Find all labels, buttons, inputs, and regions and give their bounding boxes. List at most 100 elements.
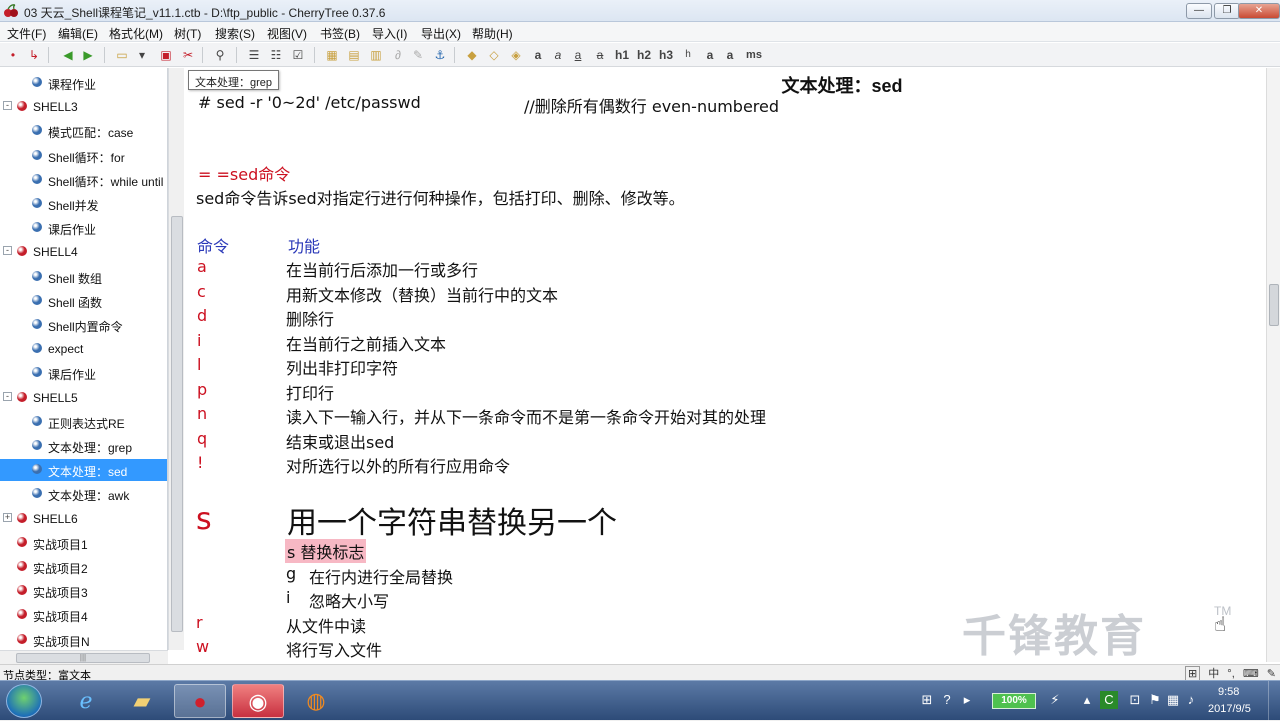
tray-help-icon[interactable]: ? xyxy=(938,691,956,709)
small-icon[interactable]: h xyxy=(680,47,696,63)
tree-vertical-scrollbar[interactable] xyxy=(168,68,184,650)
collapse-icon[interactable]: - xyxy=(3,246,12,256)
remove-format-icon[interactable]: ◈ xyxy=(508,47,524,63)
close-button[interactable]: ✕ xyxy=(1238,3,1280,19)
ime-chinese[interactable]: 中 xyxy=(1208,665,1219,681)
bold-icon[interactable]: a xyxy=(530,47,546,63)
insert-image-icon[interactable]: ▦ xyxy=(324,47,340,63)
tray-volume-icon[interactable]: ♪ xyxy=(1182,691,1200,709)
go-back-icon[interactable]: ◀ xyxy=(60,47,76,63)
tray-app-icon[interactable]: C xyxy=(1100,691,1118,709)
tree-node[interactable]: Shell循环：for xyxy=(0,145,167,167)
firefox-icon[interactable]: ◍ xyxy=(290,684,342,718)
insert-codebox-icon[interactable]: ▥ xyxy=(368,47,384,63)
tree-node[interactable]: 实战项目3 xyxy=(0,580,167,602)
cherrytree-taskbar-icon[interactable]: ● xyxy=(174,684,226,718)
node-tree[interactable]: 课程作业 - SHELL3 模式匹配：case Shell循环：for Shell循环：w… xyxy=(0,68,168,650)
italic-icon[interactable]: a xyxy=(550,47,566,63)
h2-icon[interactable]: h2 xyxy=(636,47,652,63)
tray-arrow-icon[interactable]: ▸ xyxy=(958,691,976,709)
editor-vertical-scrollbar[interactable] xyxy=(1266,68,1280,662)
tree-horizontal-scrollbar[interactable]: ||| xyxy=(0,650,168,664)
clock-date[interactable]: 2017/9/5 xyxy=(1208,703,1251,715)
todo-list-icon[interactable]: ☑ xyxy=(290,47,306,63)
superscript-icon[interactable]: a xyxy=(702,47,718,63)
tree-node[interactable]: 实战项目1 xyxy=(0,532,167,554)
bulleted-list-icon[interactable]: ☰ xyxy=(246,47,262,63)
add-node-icon[interactable]: • xyxy=(5,47,21,63)
monospace-icon[interactable]: ms xyxy=(744,47,764,63)
dropdown-icon[interactable]: ▾ xyxy=(134,47,150,63)
battery-indicator[interactable]: 100% xyxy=(992,693,1036,709)
tree-node[interactable]: 文本处理：awk xyxy=(0,483,167,505)
open-file-icon[interactable]: ▭ xyxy=(114,47,130,63)
menu-bookmarks[interactable]: 书签(B) xyxy=(320,25,360,42)
numbered-list-icon[interactable]: ☷ xyxy=(268,47,284,63)
minimize-button[interactable]: — xyxy=(1186,3,1212,19)
subscript-icon[interactable]: a xyxy=(722,47,738,63)
anchor-icon[interactable]: ⚓ xyxy=(432,47,448,63)
tree-node[interactable]: - SHELL5 xyxy=(0,387,167,409)
tree-node[interactable]: Shell内置命令 xyxy=(0,314,167,336)
tray-network-adapter-icon[interactable]: ⊡ xyxy=(1126,691,1144,709)
menu-search[interactable]: 搜索(S) xyxy=(215,25,255,42)
show-desktop-button[interactable] xyxy=(1268,681,1280,721)
tree-node[interactable]: 实战项目4 xyxy=(0,604,167,626)
tree-node[interactable]: Shell 函数 xyxy=(0,290,167,312)
insert-table-icon[interactable]: ▤ xyxy=(346,47,362,63)
ime-toolbar[interactable]: ⊞ 中 °, ⌨ ✎ xyxy=(1180,665,1276,681)
tree-node[interactable]: 正则表达式RE xyxy=(0,411,167,433)
search-icon[interactable]: ⚲ xyxy=(212,47,228,63)
tree-node[interactable]: - SHELL4 xyxy=(0,241,167,263)
ime-punct[interactable]: °, xyxy=(1227,668,1234,680)
maximize-button[interactable]: ❐ xyxy=(1214,3,1240,19)
tray-flag-icon[interactable]: ⚑ xyxy=(1146,691,1164,709)
h1-icon[interactable]: h1 xyxy=(614,47,630,63)
app-taskbar-icon[interactable]: ◉ xyxy=(232,684,284,718)
clock-time[interactable]: 9:58 xyxy=(1218,686,1239,698)
menu-format[interactable]: 格式化(M) xyxy=(109,25,163,42)
menu-file[interactable]: 文件(F) xyxy=(7,25,46,42)
tray-power-icon[interactable]: ⚡ xyxy=(1046,691,1064,709)
tray-ime-icon[interactable]: ⊞ xyxy=(918,691,936,709)
ie-icon[interactable]: ℯ xyxy=(60,684,112,718)
tree-hscroll-thumb[interactable]: ||| xyxy=(16,653,150,663)
title-bar[interactable]: 03 天云_Shell课程笔记_v11.1.ctb - D:\ftp_publi… xyxy=(0,0,1280,22)
tree-node[interactable]: Shell并发 xyxy=(0,193,167,215)
tree-node[interactable]: 课程作业 xyxy=(0,72,167,94)
go-forward-icon[interactable]: ▶ xyxy=(80,47,96,63)
tree-scroll-thumb[interactable] xyxy=(171,216,183,632)
file-explorer-icon[interactable]: ▰ xyxy=(116,684,168,718)
menu-help[interactable]: 帮助(H) xyxy=(472,25,513,42)
tray-expand-icon[interactable]: ▴ xyxy=(1078,691,1096,709)
tree-node[interactable]: 课后作业 xyxy=(0,217,167,239)
tree-node[interactable]: 文本处理：sed xyxy=(0,459,167,482)
editor-scroll-thumb[interactable] xyxy=(1269,284,1279,326)
tree-node[interactable]: 实战项目2 xyxy=(0,556,167,578)
collapse-icon[interactable]: - xyxy=(3,101,12,111)
ime-mode-icon[interactable]: ⊞ xyxy=(1184,666,1201,681)
expand-icon[interactable]: + xyxy=(3,512,12,522)
color-foreground-icon[interactable]: ◆ xyxy=(464,47,480,63)
tree-node[interactable]: expect xyxy=(0,338,167,360)
tree-node[interactable]: Shell 数组 xyxy=(0,266,167,288)
color-background-icon[interactable]: ◇ xyxy=(486,47,502,63)
tree-node[interactable]: - SHELL3 xyxy=(0,96,167,118)
tree-node[interactable]: 文本处理：grep xyxy=(0,435,167,457)
rich-text-editor[interactable]: 文本处理：sed # sed -r '0~2d' /etc/passwd //删… xyxy=(188,68,1266,662)
save-icon[interactable]: ▣ xyxy=(158,47,174,63)
add-subnode-icon[interactable]: ↳ xyxy=(26,47,42,63)
h3-icon[interactable]: h3 xyxy=(658,47,674,63)
tray-network-icon[interactable]: ▦ xyxy=(1164,691,1182,709)
insert-link-icon[interactable]: ∂ xyxy=(390,47,406,63)
start-button[interactable] xyxy=(6,684,42,718)
tree-node[interactable]: + SHELL6 xyxy=(0,508,167,530)
menu-view[interactable]: 视图(V) xyxy=(267,25,307,42)
menu-import[interactable]: 导入(I) xyxy=(372,25,407,42)
strikethrough-icon[interactable]: a xyxy=(592,47,608,63)
tree-node[interactable]: 模式匹配：case xyxy=(0,120,167,142)
menu-tree[interactable]: 树(T) xyxy=(174,25,201,42)
tree-node[interactable]: 实战项目N xyxy=(0,629,167,650)
tree-node[interactable]: Shell循环：while until xyxy=(0,169,167,191)
collapse-icon[interactable]: - xyxy=(3,391,12,401)
